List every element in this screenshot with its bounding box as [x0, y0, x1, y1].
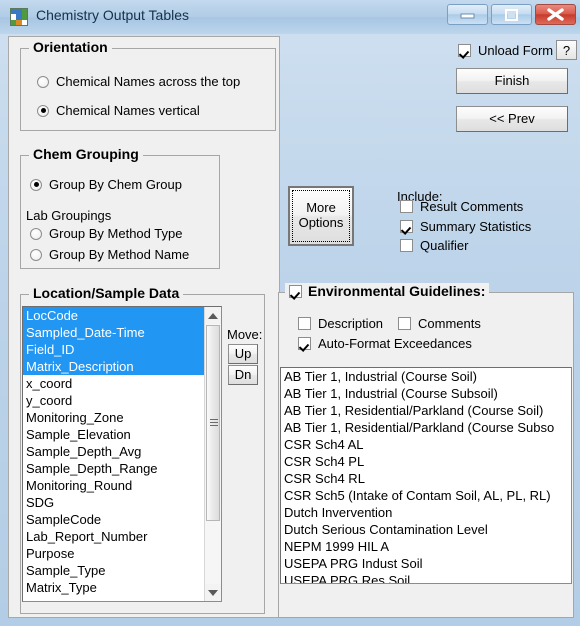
radio-indicator[interactable]	[37, 75, 49, 88]
move-down-button[interactable]: Dn	[228, 365, 258, 385]
list-item[interactable]: Monitoring_Zone	[23, 409, 204, 426]
list-item[interactable]: Dutch Invervention	[281, 504, 571, 521]
environmental-guidelines-title-wrap: Environmental Guidelines:	[285, 283, 490, 299]
environmental-guidelines-items[interactable]: AB Tier 1, Industrial (Course Soil) AB Ti…	[281, 368, 571, 583]
list-item[interactable]: Lab_Report_Number	[23, 528, 204, 545]
list-item[interactable]: Matrix_Type	[23, 579, 204, 596]
checkbox-summary-statistics[interactable]: Summary Statistics	[400, 219, 531, 234]
radio-chemical-names-across-top[interactable]: Chemical Names across the top	[37, 74, 240, 89]
radio-label: Group By Chem Group	[49, 177, 182, 192]
maximize-icon[interactable]	[491, 4, 532, 25]
checkbox-auto-format-exceedances[interactable]: Auto-Format Exceedances	[298, 336, 472, 351]
environmental-guidelines-listbox[interactable]: AB Tier 1, Industrial (Course Soil) AB Ti…	[280, 367, 572, 584]
minimize-icon[interactable]	[447, 4, 488, 25]
scroll-up-arrow-icon[interactable]	[205, 307, 221, 324]
check-indicator[interactable]	[298, 337, 311, 350]
list-item[interactable]: Sample_Elevation	[23, 426, 204, 443]
check-indicator[interactable]	[458, 44, 471, 57]
list-item[interactable]: Field_ID	[23, 341, 204, 358]
list-item[interactable]: Sample_Depth_Avg	[23, 443, 204, 460]
radio-label: Chemical Names vertical	[56, 103, 200, 118]
application-window: Chemistry Output Tables Orientation Chem…	[0, 0, 580, 626]
title-bar: Chemistry Output Tables	[0, 0, 580, 34]
list-item[interactable]: x_coord	[23, 375, 204, 392]
list-item[interactable]: AB Tier 1, Residential/Parkland (Course …	[281, 419, 571, 436]
lab-groupings-label: Lab Groupings	[26, 208, 112, 223]
check-indicator[interactable]	[400, 220, 413, 233]
unload-form-checkbox[interactable]: Unload Form	[458, 43, 553, 58]
checkbox-label: Result Comments	[420, 199, 524, 214]
check-indicator[interactable]	[400, 200, 413, 213]
list-item[interactable]: Dutch Serious Contamination Level	[281, 521, 571, 538]
location-listbox-scrollbar[interactable]	[204, 307, 221, 601]
radio-group-by-method-name[interactable]: Group By Method Name	[30, 247, 189, 262]
radio-group-by-method-type[interactable]: Group By Method Type	[30, 226, 182, 241]
window-title: Chemistry Output Tables	[36, 7, 190, 23]
list-item[interactable]: Purpose	[23, 545, 204, 562]
checkbox-label: Qualifier	[420, 238, 469, 253]
list-item[interactable]: AB Tier 1, Residential/Parkland (Course …	[281, 402, 571, 419]
scrollbar-grip-icon	[210, 419, 218, 427]
list-item[interactable]: USEPA PRG Res Soil	[281, 572, 571, 583]
list-item[interactable]: Sample_Depth_Range	[23, 460, 204, 477]
checkbox-eg-comments[interactable]: Comments	[398, 316, 481, 331]
checkbox-label: Summary Statistics	[420, 219, 532, 234]
move-up-button[interactable]: Up	[228, 344, 258, 364]
list-item[interactable]: CSR Sch4 RL	[281, 470, 571, 487]
check-indicator[interactable]	[400, 239, 413, 252]
radio-indicator[interactable]	[37, 104, 49, 117]
close-icon[interactable]	[535, 4, 576, 25]
app-grid-icon	[10, 8, 28, 26]
orientation-title: Orientation	[29, 39, 112, 55]
help-button[interactable]: ?	[556, 40, 577, 60]
list-item[interactable]: Matrix_Description	[23, 358, 204, 375]
list-item[interactable]: USEPA PRG Indust Soil	[281, 555, 571, 572]
chem-grouping-title: Chem Grouping	[29, 146, 143, 162]
list-item[interactable]: Sampled_Date-Time	[23, 324, 204, 341]
radio-label: Group By Method Name	[49, 247, 190, 262]
scrollbar-thumb[interactable]	[206, 325, 220, 521]
checkbox-result-comments[interactable]: Result Comments	[400, 199, 523, 214]
check-indicator[interactable]	[398, 317, 411, 330]
list-item[interactable]: CSR Sch5 (Intake of Contam Soil, AL, PL,…	[281, 487, 571, 504]
environmental-guidelines-label: Environmental Guidelines:	[308, 283, 486, 299]
check-indicator[interactable]	[298, 317, 311, 330]
radio-indicator[interactable]	[30, 178, 42, 191]
list-item[interactable]: AB Tier 1, Industrial (Course Subsoil)	[281, 385, 571, 402]
location-sample-data-title: Location/Sample Data	[29, 285, 184, 301]
checkbox-eg-description[interactable]: Description	[298, 316, 383, 331]
list-item[interactable]: SDG	[23, 494, 204, 511]
location-sample-items[interactable]: LocCode Sampled_Date-Time Field_ID Matrix_D…	[23, 307, 204, 596]
scroll-down-arrow-icon[interactable]	[205, 584, 221, 601]
prev-button[interactable]: << Prev	[456, 106, 568, 132]
radio-indicator[interactable]	[30, 248, 42, 261]
list-item[interactable]: SampleCode	[23, 511, 204, 528]
focus-ring	[292, 190, 350, 242]
radio-group-by-chem-group[interactable]: Group By Chem Group	[30, 177, 182, 192]
list-item[interactable]: AB Tier 1, Industrial (Course Soil)	[281, 368, 571, 385]
radio-label: Group By Method Type	[49, 226, 183, 241]
list-item[interactable]: Monitoring_Round	[23, 477, 204, 494]
list-item[interactable]: Sample_Type	[23, 562, 204, 579]
list-item[interactable]: y_coord	[23, 392, 204, 409]
list-item[interactable]: LocCode	[23, 307, 204, 324]
move-label: Move:	[227, 327, 263, 342]
radio-indicator[interactable]	[30, 227, 42, 240]
location-sample-listbox[interactable]: LocCode Sampled_Date-Time Field_ID Matrix_D…	[22, 306, 222, 602]
orientation-group: Orientation	[20, 39, 276, 131]
environmental-guidelines-checkbox[interactable]	[289, 284, 302, 298]
more-options-button[interactable]: More Options	[288, 186, 354, 246]
list-item[interactable]: CSR Sch4 AL	[281, 436, 571, 453]
radio-chemical-names-vertical[interactable]: Chemical Names vertical	[37, 103, 200, 118]
list-item[interactable]: CSR Sch4 PL	[281, 453, 571, 470]
finish-button[interactable]: Finish	[456, 68, 568, 94]
checkbox-label: Description	[318, 316, 384, 331]
checkbox-qualifier[interactable]: Qualifier	[400, 238, 468, 253]
checkbox-label: Auto-Format Exceedances	[318, 336, 472, 351]
unload-form-label: Unload Form	[478, 43, 554, 58]
radio-label: Chemical Names across the top	[56, 74, 241, 89]
checkbox-label: Comments	[418, 316, 481, 331]
list-item[interactable]: NEPM 1999 HIL A	[281, 538, 571, 555]
